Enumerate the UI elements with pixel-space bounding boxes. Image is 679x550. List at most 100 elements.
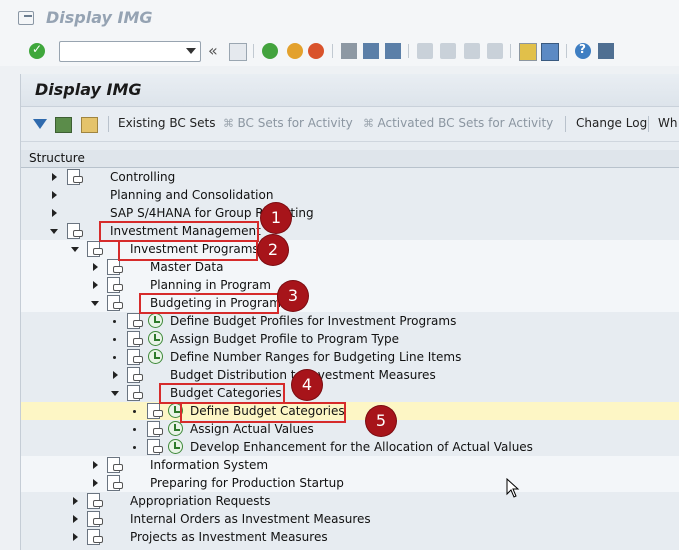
documentation-icon[interactable] xyxy=(127,331,143,347)
find-next-icon[interactable] xyxy=(385,43,401,59)
first-page-icon[interactable] xyxy=(417,43,433,59)
img-tree: Structure Controlling Planning and Conso… xyxy=(21,150,679,550)
execute-activity-icon[interactable] xyxy=(148,313,163,328)
exit-up-icon[interactable] xyxy=(287,43,303,59)
tree-row[interactable]: Budget Categories xyxy=(21,384,679,402)
where-used-button[interactable]: Wh xyxy=(658,116,677,130)
tree-row[interactable]: Appropriation Requests xyxy=(21,492,679,510)
callout-box xyxy=(118,240,258,261)
expand-arrow-icon[interactable] xyxy=(52,209,57,217)
execute-activity-icon[interactable] xyxy=(148,349,163,364)
tree-row[interactable]: Assign Budget Profile to Program Type xyxy=(21,330,679,348)
documentation-icon[interactable] xyxy=(127,367,143,383)
tree-row[interactable]: Define Budget Profiles for Investment Pr… xyxy=(21,312,679,330)
expand-arrow-icon[interactable] xyxy=(93,479,98,487)
toolbar-divider xyxy=(510,44,511,58)
documentation-icon[interactable] xyxy=(107,259,123,275)
expand-icon[interactable] xyxy=(55,117,72,133)
execute-activity-icon[interactable] xyxy=(168,421,183,436)
collapse-arrow-icon[interactable] xyxy=(111,391,119,396)
callout-badge: 5 xyxy=(366,406,396,436)
tree-row-selected[interactable]: Define Budget Categories xyxy=(21,402,679,420)
tree-row[interactable]: Define Number Ranges for Budgeting Line … xyxy=(21,348,679,366)
last-page-icon[interactable] xyxy=(487,43,503,59)
documentation-icon[interactable] xyxy=(67,169,83,185)
leaf-bullet xyxy=(113,356,116,359)
activated-bc-sets-button[interactable]: Activated BC Sets for Activity xyxy=(363,116,554,130)
next-page-icon[interactable] xyxy=(464,43,480,59)
documentation-icon[interactable] xyxy=(107,475,123,491)
tree-row[interactable]: Preparing for Production Startup xyxy=(21,474,679,492)
release-notes-icon[interactable] xyxy=(81,117,98,133)
toolbar-divider xyxy=(332,44,333,58)
collapse-arrow-icon[interactable] xyxy=(50,229,58,234)
tree-row[interactable]: Budget Distribution to Investment Measur… xyxy=(21,366,679,384)
expand-arrow-icon[interactable] xyxy=(93,263,98,271)
documentation-icon[interactable] xyxy=(107,295,123,311)
documentation-icon[interactable] xyxy=(147,421,163,437)
documentation-icon[interactable] xyxy=(87,529,103,545)
tree-row[interactable]: Information System xyxy=(21,456,679,474)
help-icon[interactable] xyxy=(575,42,591,59)
command-field[interactable] xyxy=(59,41,201,62)
expand-arrow-icon[interactable] xyxy=(93,281,98,289)
existing-bc-sets-button[interactable]: Existing BC Sets xyxy=(118,116,216,130)
expand-arrow-icon[interactable] xyxy=(73,497,78,505)
find-icon[interactable] xyxy=(363,43,379,59)
tree-row[interactable]: SAP S/4HANA for Group Reporting xyxy=(21,204,679,222)
documentation-icon[interactable] xyxy=(127,385,143,401)
execute-activity-icon[interactable] xyxy=(168,439,183,454)
exit-icon[interactable] xyxy=(18,11,34,25)
tree-node-label: Preparing for Production Startup xyxy=(150,476,344,490)
new-session-icon[interactable] xyxy=(519,43,537,61)
cancel-icon[interactable] xyxy=(308,43,324,59)
toolbar-divider xyxy=(565,116,566,132)
tree-row[interactable]: Develop Enhancement for the Allocation o… xyxy=(21,438,679,456)
tree-row[interactable]: Budgeting in Program xyxy=(21,294,679,312)
callout-badge: 4 xyxy=(292,370,322,400)
callout-badge: 3 xyxy=(278,281,308,311)
tree-row[interactable]: Controlling xyxy=(21,168,679,186)
collapse-arrow-icon[interactable] xyxy=(91,301,99,306)
filter-icon[interactable] xyxy=(33,119,47,129)
tree-row[interactable]: Internal Orders as Investment Measures xyxy=(21,510,679,528)
documentation-icon[interactable] xyxy=(87,493,103,509)
layout-menu-icon[interactable] xyxy=(598,43,614,59)
documentation-icon[interactable] xyxy=(87,511,103,527)
callout-box xyxy=(180,402,346,423)
documentation-icon[interactable] xyxy=(87,241,103,257)
tree-row[interactable]: Planning and Consolidation xyxy=(21,186,679,204)
documentation-icon[interactable] xyxy=(147,439,163,455)
expand-arrow-icon[interactable] xyxy=(52,191,57,199)
bc-sets-for-activity-button[interactable]: BC Sets for Activity xyxy=(223,116,353,130)
previous-page-icon[interactable] xyxy=(440,43,456,59)
documentation-icon[interactable] xyxy=(107,277,123,293)
tree-row[interactable]: Assign Actual Values xyxy=(21,420,679,438)
documentation-icon[interactable] xyxy=(127,313,143,329)
tree-node-label: Controlling xyxy=(110,170,176,184)
shortcut-icon[interactable] xyxy=(541,43,559,61)
toolbar-divider xyxy=(566,44,567,58)
back-icon[interactable] xyxy=(262,43,278,59)
save-icon[interactable] xyxy=(229,43,247,61)
change-log-button[interactable]: Change Log xyxy=(576,116,647,130)
expand-arrow-icon[interactable] xyxy=(73,533,78,541)
execute-activity-icon[interactable] xyxy=(148,331,163,346)
expand-arrow-icon[interactable] xyxy=(52,173,57,181)
collapse-command-button[interactable]: « xyxy=(208,41,218,60)
expand-arrow-icon[interactable] xyxy=(73,515,78,523)
expand-arrow-icon[interactable] xyxy=(113,371,118,379)
leaf-bullet xyxy=(133,410,136,413)
documentation-icon[interactable] xyxy=(127,349,143,365)
enter-check-icon[interactable] xyxy=(29,42,45,59)
tree-row[interactable]: Planning in Program xyxy=(21,276,679,294)
collapse-arrow-icon[interactable] xyxy=(71,247,79,252)
documentation-icon[interactable] xyxy=(107,457,123,473)
tree-node-label: Develop Enhancement for the Allocation o… xyxy=(190,440,533,454)
expand-arrow-icon[interactable] xyxy=(93,461,98,469)
print-icon[interactable] xyxy=(341,43,357,59)
documentation-icon[interactable] xyxy=(147,403,163,419)
documentation-icon[interactable] xyxy=(67,223,83,239)
tree-row[interactable]: Projects as Investment Measures xyxy=(21,528,679,546)
chevron-down-icon[interactable] xyxy=(186,48,196,54)
